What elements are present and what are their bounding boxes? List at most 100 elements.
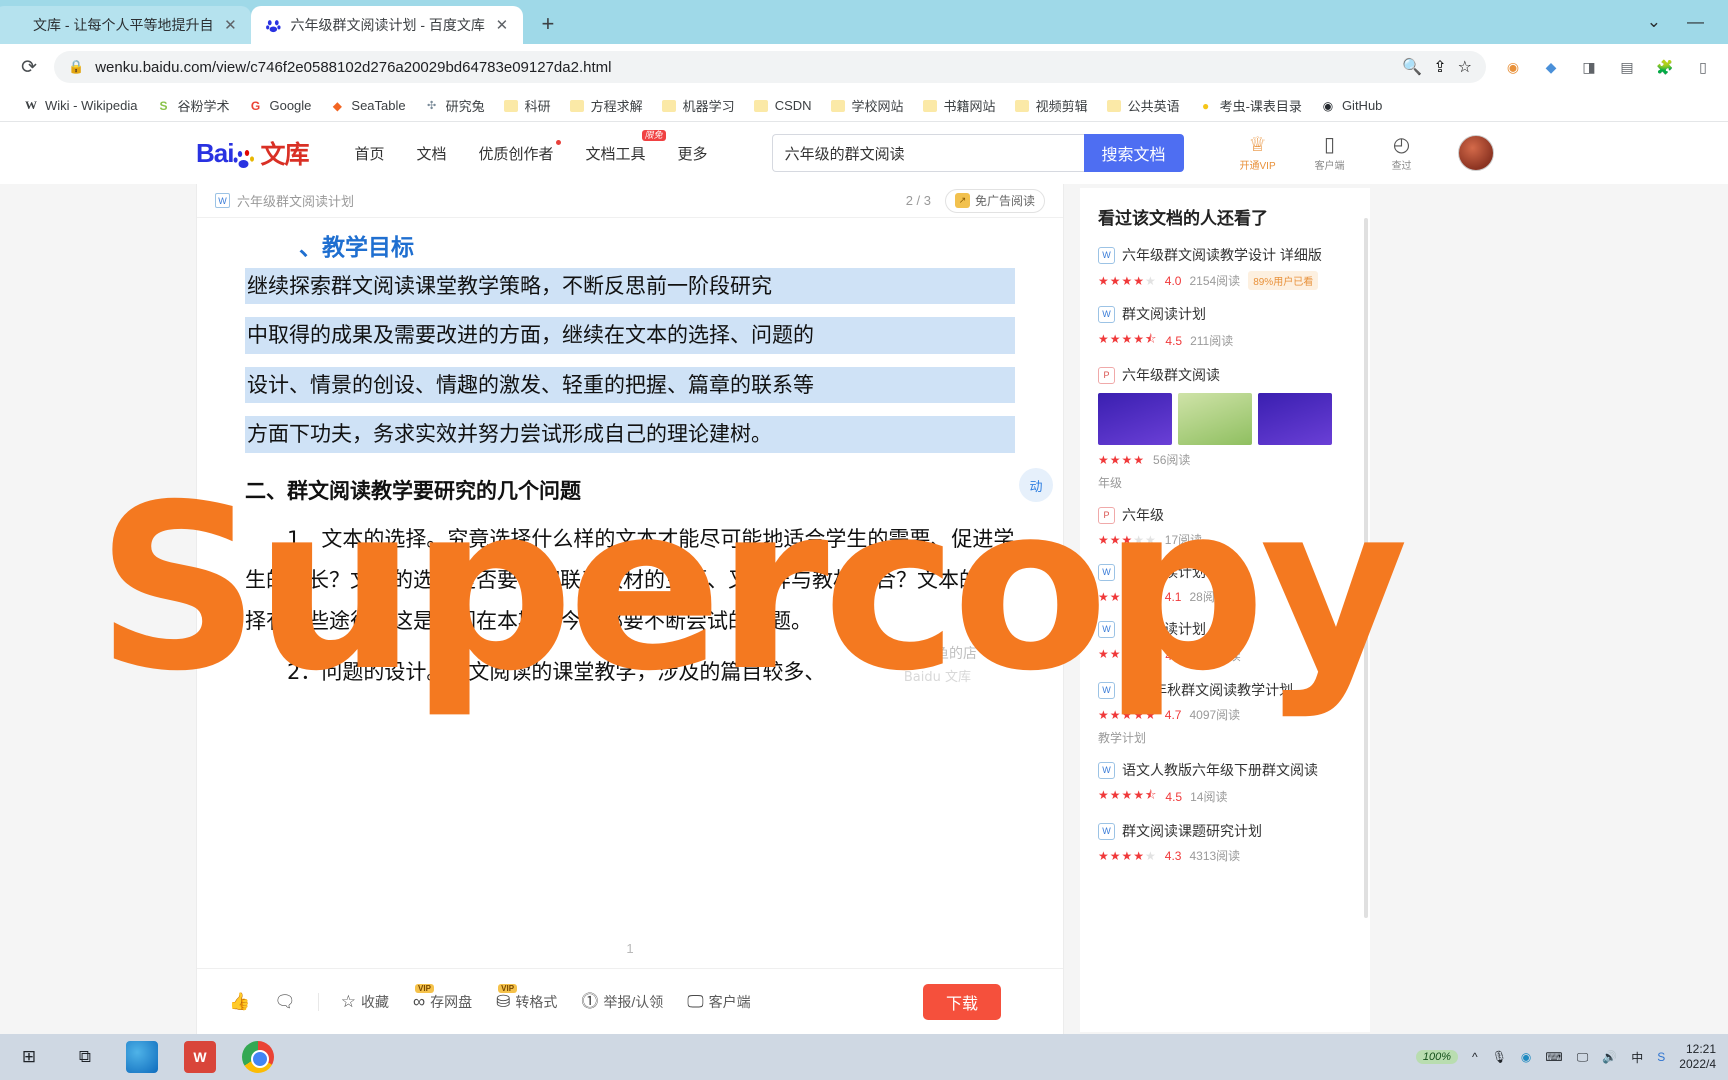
rating-stars: ★★★★⯪	[1098, 788, 1158, 802]
list-item[interactable]: W 群文阅读计划 ★★★★⯪ 4.5 1645阅读	[1098, 619, 1352, 666]
word-format-icon: W	[1098, 305, 1115, 323]
list-item-title: 群文阅读计划	[1122, 306, 1206, 322]
search-input[interactable]	[771, 134, 1084, 172]
client-button[interactable]: 🖵 客户端	[677, 987, 760, 1017]
bookmark-folder-video[interactable]: 视频剪辑	[1005, 93, 1097, 119]
side-panel-icon[interactable]: ▯	[1692, 56, 1714, 78]
volume-icon[interactable]: 🔊	[1602, 1050, 1617, 1064]
save-to-cloud-button[interactable]: VIP ∞ 存网盘	[403, 983, 482, 1017]
report-icon: ⓵	[581, 992, 599, 1011]
chrome-icon[interactable]	[242, 1041, 274, 1073]
extension-icons: ◉ ◆ ◨ ▤ 🧩 ▯	[1496, 56, 1714, 78]
s-tray-icon[interactable]: S	[1657, 1050, 1665, 1064]
bookmark-folder-school[interactable]: 学校网站	[821, 93, 913, 119]
close-icon[interactable]: ✕	[221, 16, 239, 34]
chevron-down-icon[interactable]: ⌄	[1647, 12, 1661, 32]
edge-icon[interactable]	[126, 1041, 158, 1073]
send-icon[interactable]: ◨	[1578, 56, 1600, 78]
thumbnail	[1178, 393, 1252, 445]
list-item[interactable]: P 六年级群文阅读 ★★★★ 56阅读 年级	[1098, 365, 1352, 491]
close-icon[interactable]: ✕	[493, 16, 511, 34]
nav-label: 更多	[677, 145, 708, 163]
extensions-icon[interactable]: 🧩	[1654, 56, 1676, 78]
reload-icon[interactable]: ⟳	[14, 52, 44, 82]
folder-icon	[1014, 98, 1030, 114]
puzzle-orange-icon[interactable]: ◉	[1502, 56, 1524, 78]
battery-indicator[interactable]: 100%	[1415, 1050, 1459, 1064]
shield-blue-icon[interactable]: ◆	[1540, 56, 1562, 78]
like-button[interactable]: 👍	[219, 987, 260, 1017]
bookmark-folder-fangcheng[interactable]: 方程求解	[560, 93, 652, 119]
report-button[interactable]: ⓵ 举报/认领	[571, 987, 673, 1017]
wps-icon[interactable]: W	[184, 1041, 216, 1073]
chevron-up-icon[interactable]: ^	[1472, 1050, 1478, 1064]
taskbar-clock[interactable]: 12:21 2022/4	[1679, 1042, 1716, 1072]
mic-icon[interactable]: 🎙	[1492, 1050, 1507, 1064]
bookmark-folder-english[interactable]: 公共英语	[1097, 93, 1189, 119]
minimize-icon[interactable]: —	[1687, 12, 1704, 32]
bookmark-gufen[interactable]: S 谷粉学术	[146, 93, 238, 119]
download-button[interactable]: 下载	[923, 984, 1001, 1020]
browser-tab-1[interactable]: 文库 - 让每个人平等地提升自 ✕	[0, 6, 252, 44]
bookmark-github[interactable]: ◉ GitHub	[1311, 93, 1391, 119]
list-item[interactable]: W 2015年秋群文阅读教学计划 ★★★★★ 4.7 4097阅读 教学计划	[1098, 680, 1352, 746]
list-item[interactable]: W 群文阅读计划 ★★★★★ 4.1 28阅读	[1098, 562, 1352, 605]
open-vip-button[interactable]: ♕ 开通VIP	[1236, 135, 1280, 172]
nav-doc-tools[interactable]: 文档工具 限免	[586, 129, 666, 164]
windows-start-icon[interactable]: ⊞	[14, 1042, 44, 1072]
nav-label: 优质创作者	[478, 145, 554, 163]
nav-creators[interactable]: 优质创作者	[478, 139, 561, 164]
list-item[interactable]: W 语文人教版六年级下册群文阅读 ★★★★⯪ 4.5 14阅读	[1098, 760, 1352, 807]
star-icon[interactable]: ☆	[1458, 57, 1472, 77]
pdf-format-icon: P	[1098, 506, 1115, 524]
edge-tray-icon[interactable]: ◉	[1521, 1050, 1531, 1064]
address-bar[interactable]: 🔒 wenku.baidu.com/view/c746f2e0588102d27…	[54, 51, 1486, 83]
doc-page-number: 1	[626, 941, 634, 956]
bookmark-yanjiutu[interactable]: ✣ 研究兔	[415, 93, 494, 119]
baidu-wenku-logo[interactable]: Bai 文库	[196, 135, 309, 171]
convert-format-button[interactable]: VIP ⛁ 转格式	[486, 983, 567, 1017]
bookmark-folder-books[interactable]: 书籍网站	[913, 93, 1005, 119]
clock-icon: ◴	[1392, 133, 1411, 156]
rating-stars: ★★★★	[1098, 452, 1146, 467]
client-app-button[interactable]: ▯ 客户端	[1308, 135, 1352, 172]
nav-docs[interactable]: 文档	[417, 143, 447, 164]
list-item-title: 六年级群文阅读教学设计 详细版	[1122, 247, 1322, 263]
list-item[interactable]: W 六年级群文阅读教学设计 详细版 ★★★★★ 4.0 2154阅读 89%用户…	[1098, 245, 1352, 290]
browser-tab-2[interactable]: 六年级群文阅读计划 - 百度文库 ✕	[251, 6, 523, 44]
ime-icon[interactable]: 中	[1631, 1049, 1643, 1066]
bookmark-google[interactable]: G Google	[238, 93, 320, 119]
bookmark-folder-ml[interactable]: 机器学习	[652, 93, 744, 119]
display-icon[interactable]: 🖵	[1577, 1050, 1589, 1065]
bookmark-kaochong[interactable]: ● 考虫-课表目录	[1189, 93, 1311, 119]
rating-stars: ★★★★★	[1098, 707, 1157, 722]
favorite-button[interactable]: ☆ 收藏	[331, 987, 399, 1017]
clock-time: 12:21	[1685, 1042, 1716, 1056]
reader-icon[interactable]: ▤	[1616, 56, 1638, 78]
list-item[interactable]: W 群文阅读课题研究计划 ★★★★★ 4.3 4313阅读	[1098, 821, 1352, 864]
share-icon[interactable]: ⇪	[1433, 57, 1446, 77]
new-tab-button[interactable]: +	[531, 7, 565, 41]
bookmark-wikipedia[interactable]: W Wiki - Wikipedia	[14, 93, 146, 119]
list-item-title: 群文阅读计划	[1122, 621, 1206, 637]
nav-more[interactable]: 更多	[678, 143, 708, 164]
search-button[interactable]: 搜索文档	[1083, 134, 1184, 172]
list-item[interactable]: P 六年级 ★★★★★ 17阅读	[1098, 505, 1352, 548]
floating-action-button[interactable]: 动	[1019, 468, 1053, 502]
bookmark-folder-csdn[interactable]: CSDN	[744, 93, 821, 119]
bookmark-folder-keyan[interactable]: 科研	[494, 93, 560, 119]
comment-button[interactable]: 🗨	[264, 987, 306, 1017]
search-icon[interactable]: 🔍	[1402, 57, 1422, 77]
history-button[interactable]: ◴ 查过	[1380, 135, 1424, 172]
task-view-icon[interactable]: ⧉	[70, 1042, 100, 1072]
keyboard-icon[interactable]: ⌨	[1545, 1050, 1562, 1064]
avatar[interactable]	[1457, 135, 1494, 171]
ad-free-reading-button[interactable]: ↗ 免广告阅读	[944, 188, 1045, 213]
scrollbar[interactable]	[1364, 218, 1368, 918]
list-item[interactable]: W 群文阅读计划 ★★★★⯪ 4.5 211阅读	[1098, 304, 1352, 351]
github-icon: ◉	[1322, 98, 1334, 113]
nav-home[interactable]: 首页	[354, 143, 384, 164]
pdf-format-icon: P	[1098, 366, 1115, 384]
bookmark-seatable[interactable]: ◆ SeaTable	[320, 93, 414, 119]
document-page-area[interactable]: 、教学目标 继续探索群文阅读课堂教学策略，不断反思前一阶段研究 中取得的成果及需…	[197, 218, 1063, 1000]
